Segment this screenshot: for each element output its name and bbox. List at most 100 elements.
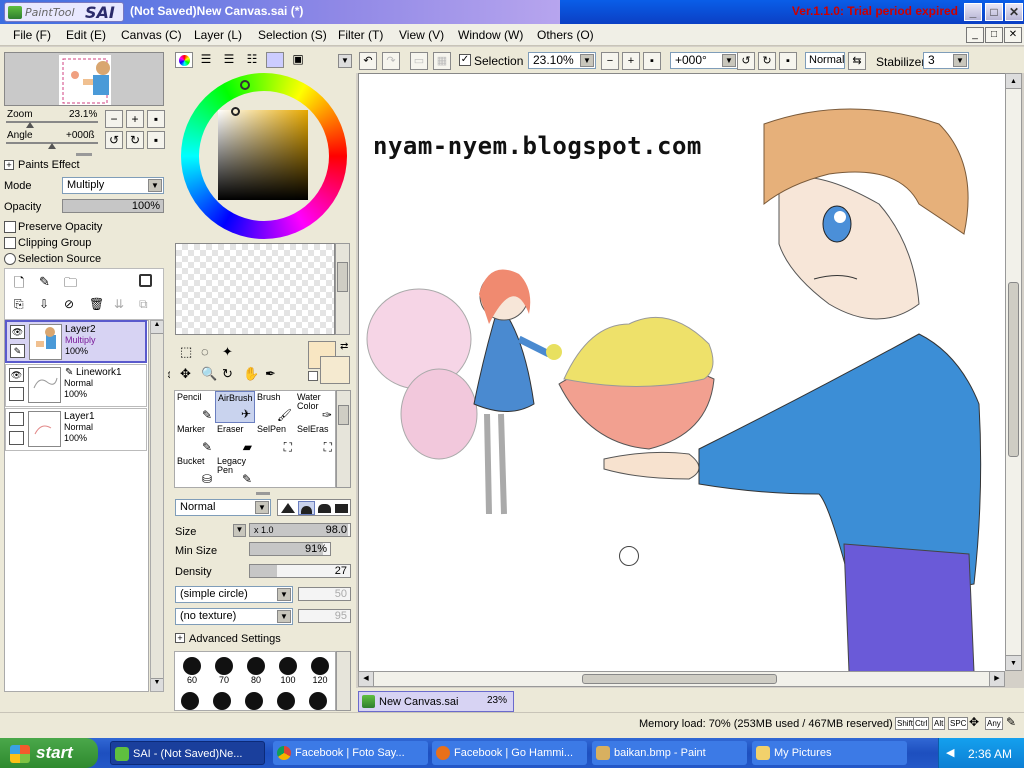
menu-view[interactable]: View (V) xyxy=(399,28,444,42)
brush-preset-dot[interactable] xyxy=(309,692,327,710)
pen-lock-icon[interactable] xyxy=(9,387,24,401)
view-mode-box[interactable]: Normal xyxy=(805,52,845,69)
brush-size-slider[interactable]: x 1.0 98.0 xyxy=(249,523,351,537)
tool-pencil[interactable]: Pencil ✎ xyxy=(175,391,215,423)
menu-canvas[interactable]: Canvas (C) xyxy=(121,28,182,42)
angle-select[interactable]: +000° ▼ xyxy=(670,52,738,69)
move-icon[interactable]: ✥ xyxy=(180,366,191,382)
toolbar-zoom-out-button[interactable]: − xyxy=(601,52,619,70)
color-mixer-tab[interactable]: ☷ xyxy=(243,52,261,68)
close-button[interactable]: ✕ xyxy=(1005,3,1023,21)
swatches-tab[interactable] xyxy=(266,52,284,68)
mdi-minimize-button[interactable]: _ xyxy=(966,27,984,43)
scroll-up-icon[interactable]: ▲ xyxy=(151,321,163,334)
background-color[interactable] xyxy=(320,356,350,384)
tool-seleras[interactable]: SelEras ⛶ xyxy=(295,423,335,455)
zoom-select[interactable]: 23.10% ▼ xyxy=(528,52,596,69)
rotate-reset-button[interactable]: ▪ xyxy=(147,131,165,149)
brush-presets-scrollbar[interactable] xyxy=(336,651,351,711)
copy-layer-icon[interactable]: ⎘ xyxy=(14,297,24,312)
tool-eraser[interactable]: Eraser ▰ xyxy=(215,423,255,455)
visibility-eye-icon[interactable]: 👁 xyxy=(10,325,25,339)
zoom-in-button[interactable]: + xyxy=(126,110,144,128)
brush-shape-slider[interactable]: 50 xyxy=(298,587,351,601)
brush-preset-dot[interactable] xyxy=(245,692,263,710)
navigator-preview[interactable] xyxy=(4,52,164,106)
layer-item-layer1[interactable]: Layer1 Normal 100% xyxy=(5,408,147,451)
zoom-reset-button[interactable]: ▪ xyxy=(147,110,165,128)
expand-icon[interactable]: + xyxy=(4,160,14,170)
tool-legacy-pen[interactable]: Legacy Pen ✎ xyxy=(215,455,255,487)
new-linework-icon[interactable]: ✎ xyxy=(39,274,50,290)
edge-hard-icon[interactable] xyxy=(281,503,295,513)
scroll-up-icon[interactable]: ▲ xyxy=(1006,74,1021,89)
min-size-slider[interactable]: 91% xyxy=(249,542,331,556)
magic-wand-icon[interactable]: ✦ xyxy=(222,344,233,360)
clipping-group-checkbox[interactable] xyxy=(4,237,16,252)
advanced-settings-label[interactable]: Advanced Settings xyxy=(189,633,281,645)
hand-tool-icon[interactable]: ✋ xyxy=(243,366,259,382)
edge-soft-icon[interactable] xyxy=(298,501,315,515)
hsv-slider-tab[interactable]: ☰ xyxy=(220,52,238,68)
eyedropper-icon[interactable]: ✒ xyxy=(265,366,276,382)
canvas-horizontal-scrollbar[interactable]: ◀ ▶ xyxy=(358,671,1005,687)
angle-slider-thumb[interactable] xyxy=(48,143,56,149)
rect-select-icon[interactable]: ⬚ xyxy=(180,344,192,360)
brush-preset-dot[interactable] xyxy=(181,692,199,710)
tool-bucket[interactable]: Bucket ⛁ xyxy=(175,455,215,487)
scroll-down-icon[interactable]: ▼ xyxy=(1006,655,1021,670)
new-layer-icon[interactable]: 🗋 xyxy=(14,274,24,296)
rgb-slider-tab[interactable]: ☰ xyxy=(197,52,215,68)
brush-preset-120[interactable]: 120 xyxy=(304,653,336,685)
density-slider[interactable]: 27 xyxy=(249,564,351,578)
preserve-opacity-checkbox[interactable] xyxy=(4,221,16,236)
scratchpad-tab[interactable]: ▣ xyxy=(289,52,307,68)
brush-preset-dot[interactable] xyxy=(277,692,295,710)
menu-file[interactable]: File (F) xyxy=(13,28,51,42)
brush-texture-select[interactable]: (no texture) ▼ xyxy=(175,608,293,625)
edge-round-icon[interactable] xyxy=(318,504,331,513)
task-sai[interactable]: SAI - (Not Saved)Ne... xyxy=(110,741,265,765)
blend-mode-select[interactable]: Normal ▼ xyxy=(175,499,271,516)
size-multiplier-dropdown[interactable]: ▼ xyxy=(233,524,246,537)
zoom-slider[interactable] xyxy=(6,121,98,123)
saturation-value-square[interactable] xyxy=(218,110,308,200)
toolbar-zoom-reset-button[interactable]: ▪ xyxy=(643,52,661,70)
menu-filter[interactable]: Filter (T) xyxy=(338,28,383,42)
deselect-button[interactable]: ▭ xyxy=(410,52,428,70)
layer-item-linework1[interactable]: 👁 Linework1 ✎ Normal 100% xyxy=(5,364,147,407)
zoom-tool-icon[interactable]: 🔍 xyxy=(201,366,217,382)
brush-preset-dot[interactable] xyxy=(213,692,231,710)
layer-item-layer2[interactable]: 👁 ✎ Layer2 Multiply 100% xyxy=(5,320,147,363)
maximize-button[interactable]: □ xyxy=(985,3,1003,21)
tool-brush[interactable]: Brush 🖌 xyxy=(255,391,295,423)
canvas-hscroll-thumb[interactable] xyxy=(582,674,777,684)
scroll-right-icon[interactable]: ▶ xyxy=(989,672,1004,686)
merge-down-icon[interactable]: ⇩ xyxy=(39,297,49,311)
edge-flat-icon[interactable] xyxy=(335,504,348,513)
rotate-right-button[interactable]: ↻ xyxy=(126,131,144,149)
menu-edit[interactable]: Edit (E) xyxy=(66,28,106,42)
task-chrome[interactable]: Facebook | Foto Say... xyxy=(273,741,428,765)
brush-preset-80[interactable]: 80 xyxy=(240,653,272,685)
layers-scrollbar[interactable]: ▲ ▼ xyxy=(150,320,164,692)
toolbar-rotate-left-button[interactable]: ↺ xyxy=(737,52,755,70)
tray-expand-icon[interactable]: ◀ xyxy=(946,746,954,759)
layer-opacity-slider[interactable]: 100% xyxy=(62,199,164,213)
brush-texture-slider[interactable]: 95 xyxy=(298,609,351,623)
lasso-icon[interactable]: ◌ xyxy=(201,344,209,359)
scratchpad[interactable] xyxy=(175,243,335,335)
swap-colors-icon[interactable]: ⇄ xyxy=(340,341,348,352)
mdi-close-button[interactable]: ✕ xyxy=(1004,27,1022,43)
new-folder-icon[interactable]: 🗀 xyxy=(64,274,77,296)
drawing-canvas[interactable]: nyam-nyem.blogspot.com xyxy=(358,73,1005,671)
rotate-tool-icon[interactable]: ↻ xyxy=(222,366,233,382)
canvas-vscroll-thumb[interactable] xyxy=(1008,282,1019,457)
flip-canvas-button[interactable]: ⇆ xyxy=(848,52,866,70)
invert-selection-button[interactable]: ▦ xyxy=(433,52,451,70)
mdi-restore-button[interactable]: □ xyxy=(985,27,1003,43)
layer-mode-select[interactable]: Multiply ▼ xyxy=(62,177,164,194)
toolbar-rotate-right-button[interactable]: ↻ xyxy=(758,52,776,70)
brush-edge-selector[interactable] xyxy=(277,499,351,516)
document-tab[interactable]: New Canvas.sai 23% xyxy=(358,691,514,712)
